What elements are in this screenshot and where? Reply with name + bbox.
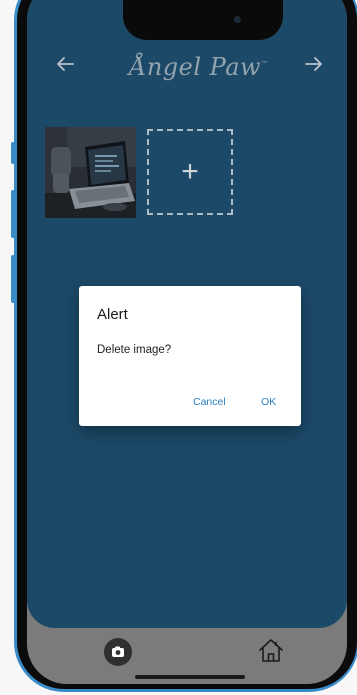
alert-dialog: Alert Delete image? Cancel OK <box>79 286 301 426</box>
alert-title: Alert <box>97 306 128 323</box>
camera-icon <box>112 646 124 657</box>
cancel-button[interactable]: Cancel <box>193 396 226 408</box>
camera-tab-button[interactable] <box>104 638 132 666</box>
ok-button[interactable]: OK <box>261 396 276 408</box>
alert-message: Delete image? <box>97 344 172 356</box>
canvas: Ångel Paw™ + Alert Delete image? Cancel … <box>0 0 357 695</box>
phone-screen: Ångel Paw™ + Alert Delete image? Cancel … <box>27 0 347 684</box>
home-indicator[interactable] <box>135 675 245 679</box>
home-icon <box>259 639 283 662</box>
home-tab-button[interactable] <box>256 636 286 666</box>
